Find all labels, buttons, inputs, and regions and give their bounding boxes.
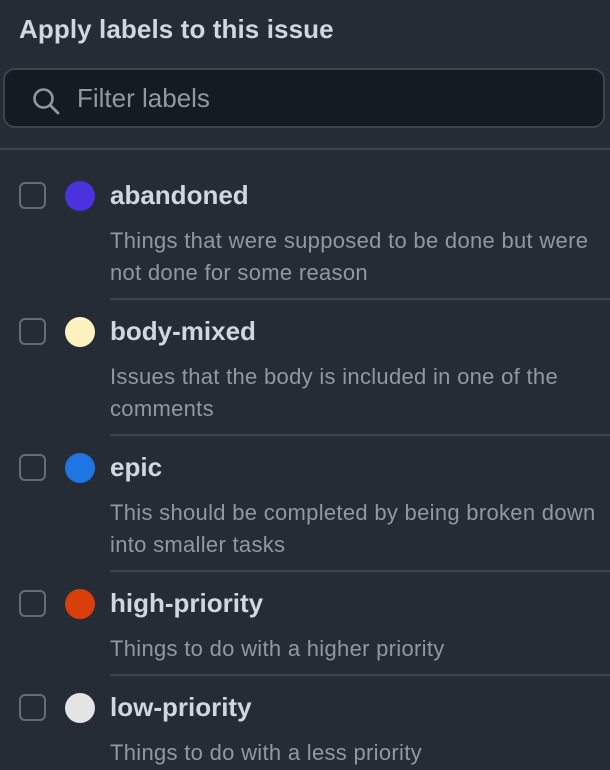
label-checkbox[interactable] bbox=[19, 694, 46, 721]
label-name: epic bbox=[110, 452, 163, 482]
label-color-swatch bbox=[65, 453, 95, 483]
label-color-swatch bbox=[65, 693, 95, 723]
label-color-swatch bbox=[65, 589, 95, 619]
labels-panel: Apply labels to this issue abandoned Thi… bbox=[0, 0, 610, 770]
label-item-high-priority[interactable]: high-priority Things to do with a higher… bbox=[0, 558, 610, 678]
label-name: abandoned bbox=[110, 180, 249, 210]
label-item-epic[interactable]: epic This should be completed by being b… bbox=[0, 422, 610, 572]
label-checkbox[interactable] bbox=[19, 182, 46, 209]
label-name: high-priority bbox=[110, 588, 264, 618]
label-checkbox[interactable] bbox=[19, 454, 46, 481]
label-item-low-priority[interactable]: low-priority Things to do with a less pr… bbox=[0, 662, 610, 770]
label-description: Things that were supposed to be done but… bbox=[110, 228, 589, 285]
label-color-swatch bbox=[65, 181, 95, 211]
label-checkbox[interactable] bbox=[19, 590, 46, 617]
label-description: Issues that the body is included in one … bbox=[110, 364, 558, 421]
label-color-swatch bbox=[65, 317, 95, 347]
filter-labels-input[interactable] bbox=[77, 78, 577, 118]
label-name: body-mixed bbox=[110, 316, 256, 346]
search-icon bbox=[33, 88, 60, 115]
search-box[interactable] bbox=[3, 68, 605, 128]
label-item-abandoned[interactable]: abandoned Things that were supposed to b… bbox=[0, 150, 610, 300]
label-description: This should be completed by being broken… bbox=[110, 500, 596, 557]
label-checkbox[interactable] bbox=[19, 318, 46, 345]
panel-title: Apply labels to this issue bbox=[19, 14, 334, 44]
label-description: Things to do with a less priority bbox=[110, 740, 422, 765]
label-name: low-priority bbox=[110, 692, 252, 722]
label-item-body-mixed[interactable]: body-mixed Issues that the body is inclu… bbox=[0, 286, 610, 436]
label-description: Things to do with a higher priority bbox=[110, 636, 445, 661]
